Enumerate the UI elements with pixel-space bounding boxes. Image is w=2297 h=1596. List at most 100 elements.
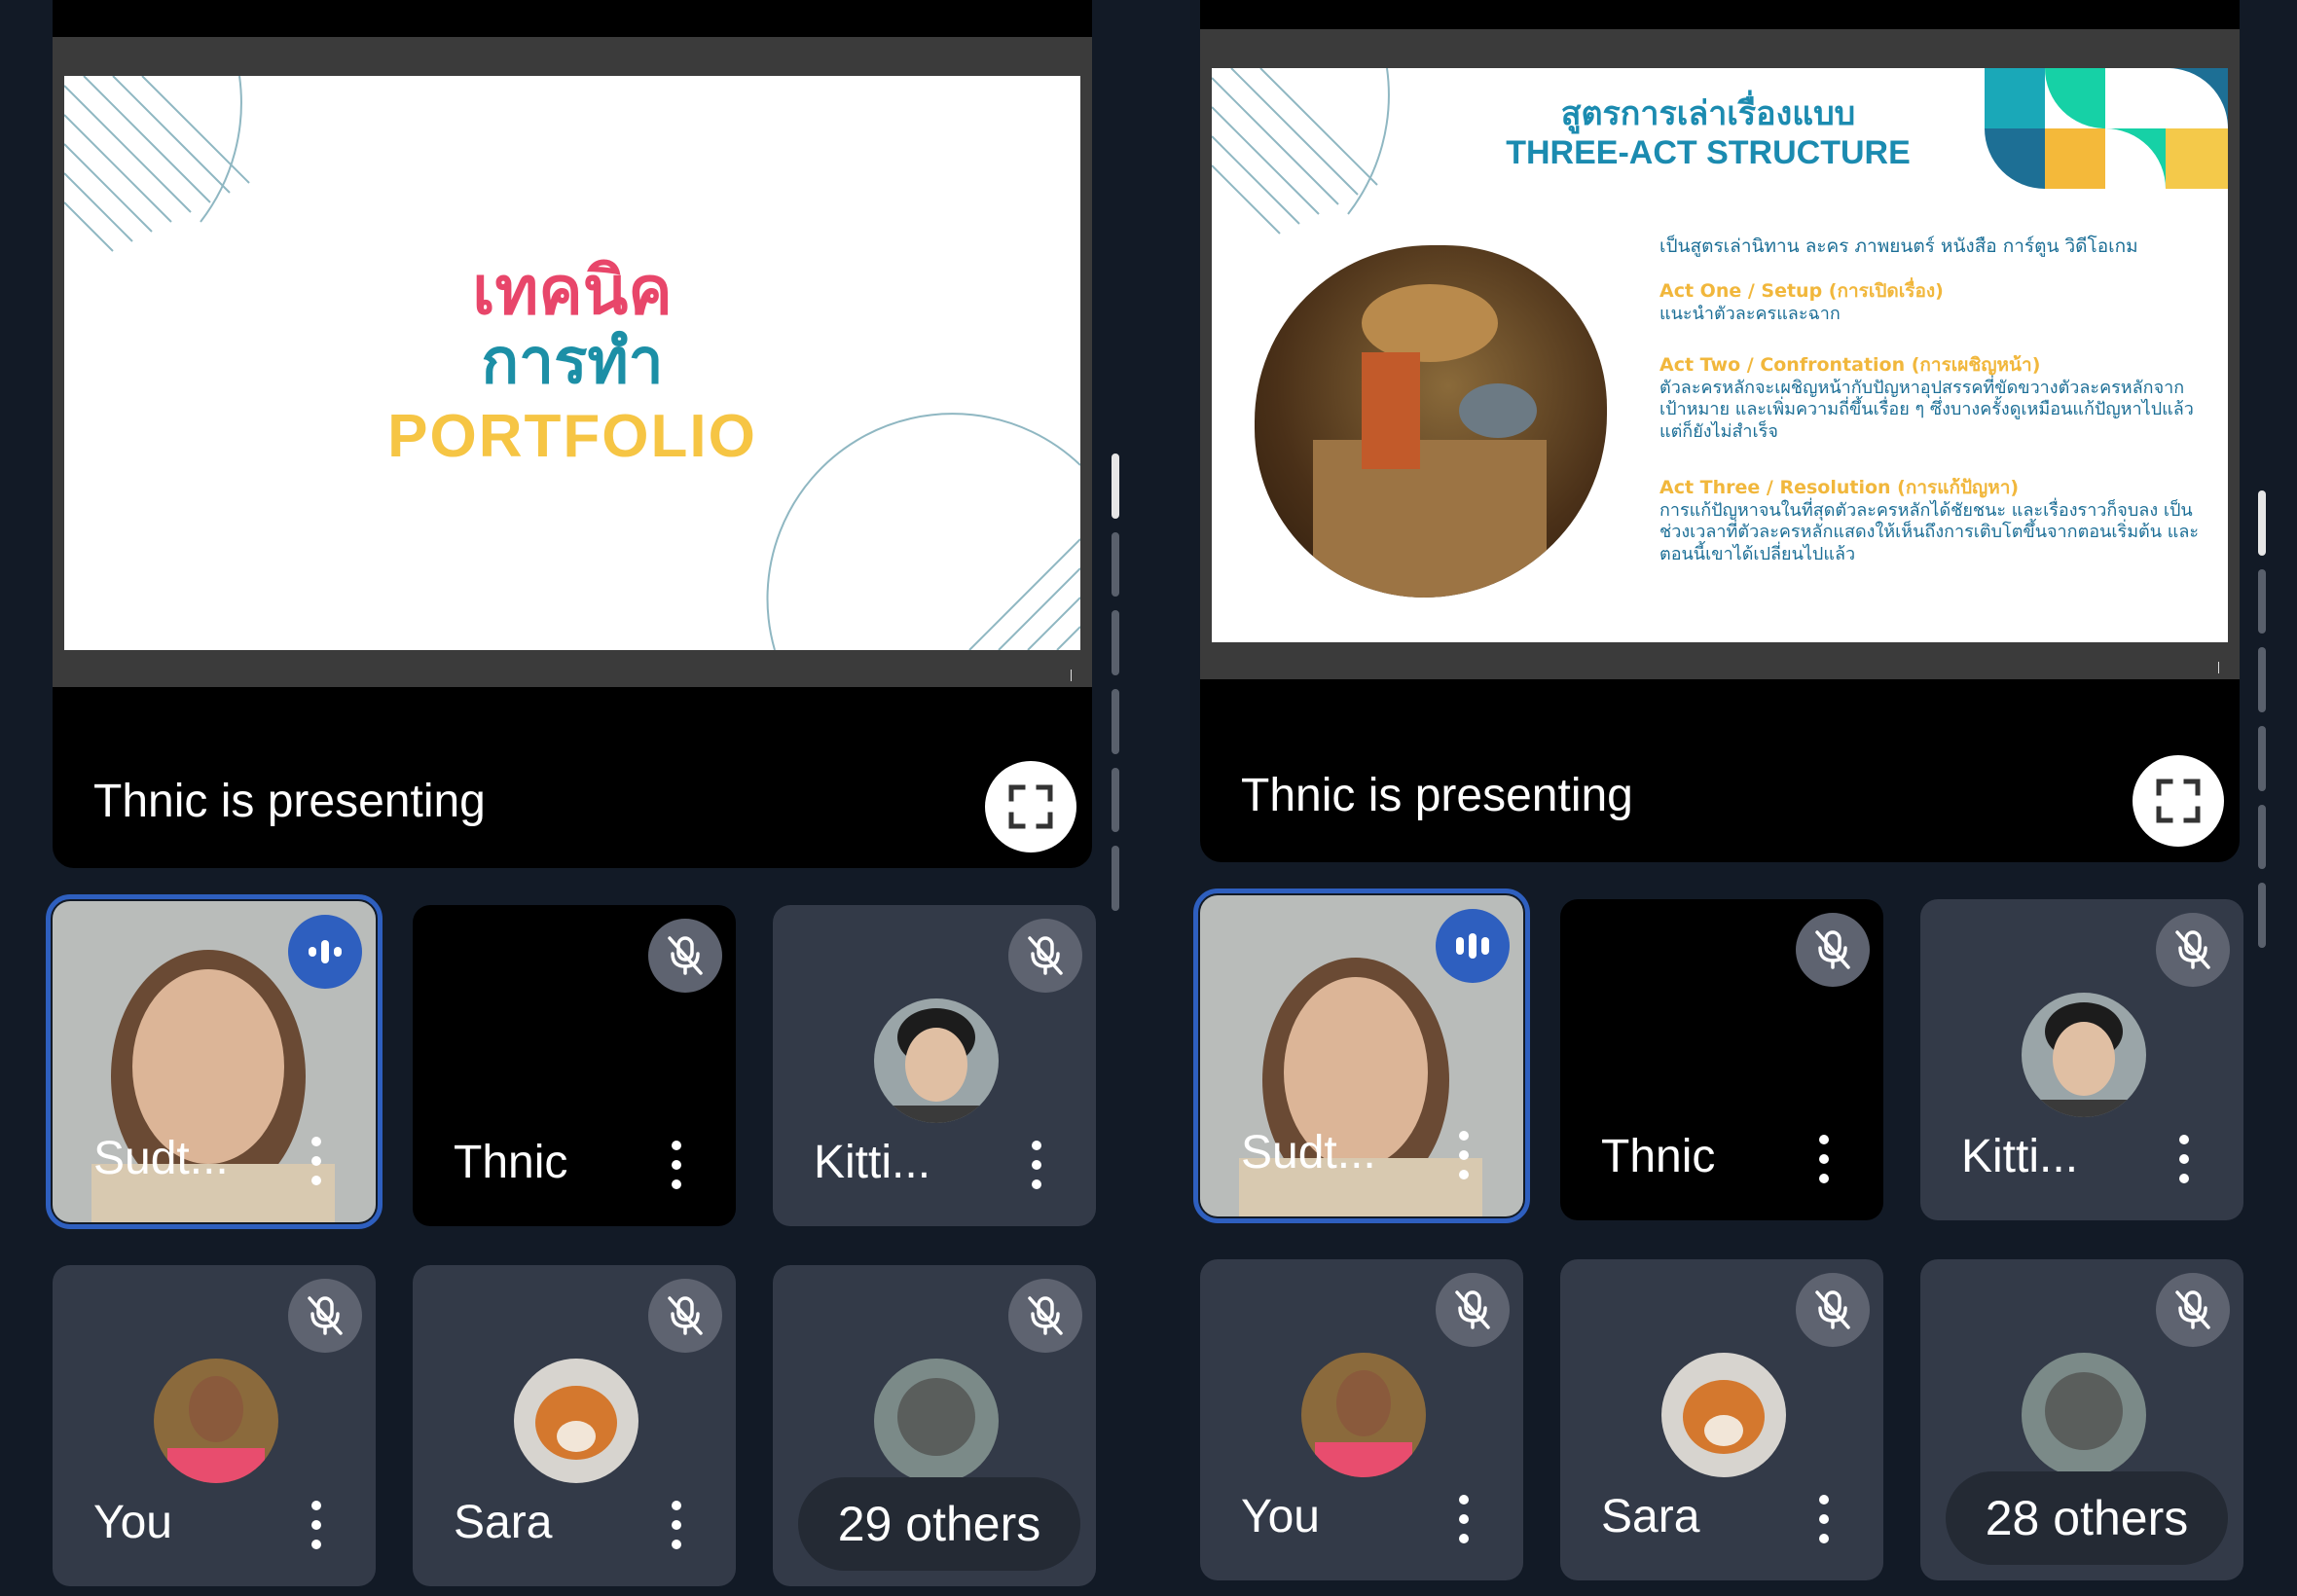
others-tile[interactable]: 28 others bbox=[1920, 1259, 2243, 1580]
slide-title-line1: เทคนิค bbox=[472, 253, 673, 330]
more-options-button[interactable] bbox=[2179, 1135, 2189, 1183]
scrollbar-right[interactable] bbox=[2258, 490, 2268, 949]
speaking-icon bbox=[309, 940, 342, 963]
slide-title-line1: สูตรการเล่าเรื่องแบบ bbox=[1560, 94, 1856, 133]
avatar bbox=[154, 1359, 278, 1483]
meeting-panel-right: สูตรการเล่าเรื่องแบบ THREE-ACT STRUCTURE… bbox=[1193, 0, 2243, 1596]
geometric-logo bbox=[1985, 68, 2228, 189]
slide-three-act: สูตรการเล่าเรื่องแบบ THREE-ACT STRUCTURE… bbox=[1212, 68, 2228, 642]
avatar bbox=[874, 1359, 999, 1483]
section-body: ตัวละครหลักจะเผชิญหน้ากับปัญหาอุปสรรคที่… bbox=[1659, 377, 2194, 442]
slide-section-act-three: Act Three / Resolution (การแก้ปัญหา) การ… bbox=[1659, 477, 2205, 565]
slide-section-act-one: Act One / Setup (การเปิดเรื่อง) แนะนำตัว… bbox=[1659, 280, 2205, 325]
slide-section-act-two: Act Two / Confrontation (การเผชิญหน้า) ต… bbox=[1659, 354, 2205, 443]
muted-indicator bbox=[2156, 1273, 2230, 1347]
participant-tile-sudt[interactable]: Sudt... bbox=[1193, 889, 1530, 1223]
more-options-button[interactable] bbox=[672, 1501, 681, 1549]
slide-title-line2: การทำ bbox=[481, 326, 664, 398]
participant-name: Sara bbox=[454, 1497, 553, 1548]
participant-name: You bbox=[1241, 1491, 1320, 1542]
participant-name: You bbox=[93, 1497, 172, 1548]
more-options-button[interactable] bbox=[672, 1141, 681, 1189]
muted-indicator bbox=[1796, 913, 1870, 987]
section-body: แนะนำตัวละครและฉาก bbox=[1659, 303, 1841, 324]
shared-screen: เทคนิค การทำ PORTFOLIO bbox=[53, 37, 1092, 687]
others-tile[interactable]: 29 others bbox=[773, 1265, 1096, 1586]
more-options-button[interactable] bbox=[311, 1137, 321, 1185]
fullscreen-icon bbox=[2156, 779, 2201, 823]
more-options-button[interactable] bbox=[1459, 1131, 1469, 1179]
mic-off-icon bbox=[1028, 1296, 1063, 1335]
presenting-label: Thnic is presenting bbox=[93, 776, 486, 827]
participant-tile-kitti[interactable]: Kitti... bbox=[1920, 899, 2243, 1220]
muted-indicator bbox=[2156, 913, 2230, 987]
participant-tile-sara[interactable]: Sara bbox=[413, 1265, 736, 1586]
slide-intro: เป็นสูตรเล่านิทาน ละคร ภาพยนตร์ หนังสือ … bbox=[1659, 236, 2138, 257]
avatar bbox=[1661, 1353, 1786, 1477]
avatar bbox=[2022, 993, 2146, 1117]
section-heading: Act One / Setup (การเปิดเรื่อง) bbox=[1659, 280, 1944, 302]
avatar bbox=[2022, 1353, 2146, 1477]
mic-off-icon bbox=[1455, 1290, 1490, 1329]
muted-indicator bbox=[1008, 1279, 1082, 1353]
mic-off-icon bbox=[1815, 930, 1850, 969]
mic-off-icon bbox=[308, 1296, 343, 1335]
participant-tile-sara[interactable]: Sara bbox=[1560, 1259, 1883, 1580]
more-options-button[interactable] bbox=[311, 1501, 321, 1549]
shared-screen: สูตรการเล่าเรื่องแบบ THREE-ACT STRUCTURE… bbox=[1200, 29, 2240, 679]
participant-name: Sara bbox=[1601, 1491, 1700, 1542]
participant-name: Sudt... bbox=[1241, 1127, 1376, 1179]
section-body: การแก้ปัญหาจนในที่สุดตัวละครหลักได้ชัยชน… bbox=[1659, 499, 2200, 564]
cursor-icon bbox=[1071, 670, 1080, 681]
avatar bbox=[514, 1359, 638, 1483]
scrollbar-left[interactable] bbox=[1112, 453, 1121, 912]
meeting-panel-left: เทคนิค การทำ PORTFOLIO Thnic is presenti… bbox=[46, 0, 1096, 1596]
participant-name: Thnic bbox=[1601, 1131, 1716, 1182]
others-count-button[interactable]: 28 others bbox=[1946, 1471, 2228, 1565]
participant-name: Kitti... bbox=[814, 1137, 931, 1188]
section-heading: Act Three / Resolution (การแก้ปัญหา) bbox=[1659, 477, 2020, 498]
participant-tile-thnic[interactable]: Thnic bbox=[413, 905, 736, 1226]
presenting-label: Thnic is presenting bbox=[1241, 770, 1633, 821]
mic-off-icon bbox=[1028, 936, 1063, 975]
mic-off-icon bbox=[668, 1296, 703, 1335]
more-options-button[interactable] bbox=[1459, 1495, 1469, 1543]
more-options-button[interactable] bbox=[1819, 1495, 1829, 1543]
participant-name: Thnic bbox=[454, 1137, 568, 1188]
participant-tile-thnic[interactable]: Thnic bbox=[1560, 899, 1883, 1220]
more-options-button[interactable] bbox=[1819, 1135, 1829, 1183]
speaking-icon bbox=[1456, 933, 1489, 959]
muted-indicator bbox=[288, 1279, 362, 1353]
slide-title-line3: PORTFOLIO bbox=[387, 403, 757, 470]
cursor-icon bbox=[2218, 662, 2228, 673]
presentation-stage[interactable]: สูตรการเล่าเรื่องแบบ THREE-ACT STRUCTURE… bbox=[1200, 0, 2240, 862]
presentation-stage[interactable]: เทคนิค การทำ PORTFOLIO Thnic is presenti… bbox=[53, 0, 1092, 868]
fullscreen-button[interactable] bbox=[2133, 755, 2224, 847]
mic-off-icon bbox=[668, 936, 703, 975]
speaking-indicator bbox=[1436, 909, 1510, 983]
slide-title-line2: THREE-ACT STRUCTURE bbox=[1506, 134, 1911, 171]
participant-name: Kitti... bbox=[1961, 1131, 2079, 1182]
section-heading: Act Two / Confrontation (การเผชิญหน้า) bbox=[1659, 354, 2041, 376]
slide-portfolio: เทคนิค การทำ PORTFOLIO bbox=[64, 76, 1080, 650]
participant-tile-you[interactable]: You bbox=[1200, 1259, 1523, 1580]
muted-indicator bbox=[648, 919, 722, 993]
muted-indicator bbox=[1796, 1273, 1870, 1347]
muted-indicator bbox=[1436, 1273, 1510, 1347]
participant-tile-kitti[interactable]: Kitti... bbox=[773, 905, 1096, 1226]
fullscreen-button[interactable] bbox=[985, 761, 1076, 852]
others-count-button[interactable]: 29 others bbox=[798, 1477, 1080, 1571]
mic-off-icon bbox=[1815, 1290, 1850, 1329]
mic-off-icon bbox=[2175, 1290, 2210, 1329]
more-options-button[interactable] bbox=[1032, 1141, 1041, 1189]
participant-tile-you[interactable]: You bbox=[53, 1265, 376, 1586]
speaking-indicator bbox=[288, 915, 362, 989]
avatar bbox=[874, 998, 999, 1123]
participant-tile-sudt[interactable]: Sudt... bbox=[46, 894, 383, 1229]
participant-name: Sudt... bbox=[93, 1133, 229, 1184]
fullscreen-icon bbox=[1008, 784, 1053, 829]
muted-indicator bbox=[648, 1279, 722, 1353]
mic-off-icon bbox=[2175, 930, 2210, 969]
muted-indicator bbox=[1008, 919, 1082, 993]
avatar bbox=[1301, 1353, 1426, 1477]
